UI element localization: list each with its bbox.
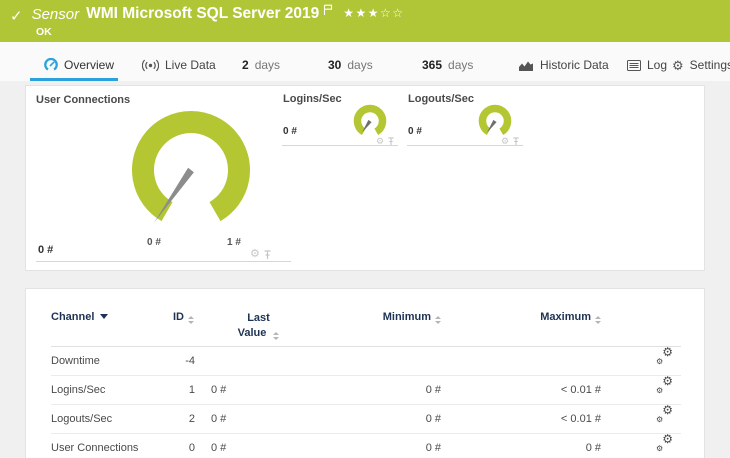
tab-settings[interactable]: ⚙ Settings [672,54,730,76]
channel-id: -4 [185,355,195,367]
channel-maximum: 0 # [585,442,601,454]
tab-30-days-number: 30 [328,58,342,72]
user-connections-value: 0 # [38,244,54,256]
logouts-value: 0 # [408,126,422,137]
tab-365-days-number: 365 [422,58,443,72]
channel-id: 0 [188,442,195,454]
channel-name[interactable]: Logins/Sec [51,376,156,405]
area-chart-icon [519,60,534,71]
channel-last-value: 0 # [211,413,227,425]
tab-30-days[interactable]: 30 days [328,54,373,76]
channel-settings-icon[interactable]: ⚙ ⚙ [656,404,673,424]
logins-value: 0 # [283,126,297,137]
gauge-actions: ⚙ [250,249,272,260]
status-ok-check-icon: ✓ [10,8,23,25]
channels-table-panel: Channel ID Last Value Minimum Maximum Do… [25,288,705,458]
tab-2-days-label: days [254,58,281,72]
sort-icon [273,331,280,340]
tab-bar: Overview Live Data 2 days 30 days 365 da… [0,42,730,81]
tab-live-data-label: Live Data [165,58,216,72]
channel-name[interactable]: User Connections [51,434,156,458]
log-list-icon [627,59,641,71]
table-row-downtime[interactable]: Downtime -4 ⚙ ⚙ [51,346,681,376]
table-row-user-connections[interactable]: User Connections 0 0 # 0 # 0 # ⚙ ⚙ [51,433,681,458]
channel-minimum: 0 # [425,413,441,425]
channel-settings-icon[interactable]: ⚙ ⚙ [656,346,673,366]
live-data-icon [142,59,159,72]
table-row-logouts[interactable]: Logouts/Sec 2 0 # 0 # < 0.01 # ⚙ ⚙ [51,404,681,434]
divider [407,145,523,146]
user-connections-gauge[interactable] [121,108,261,234]
tab-365-days[interactable]: 365 days [422,54,473,76]
tab-live-data[interactable]: Live Data [142,54,216,76]
table-row-logins[interactable]: Logins/Sec 1 0 # 0 # < 0.01 # ⚙ ⚙ [51,375,681,405]
channel-name[interactable]: Logouts/Sec [51,405,156,434]
table-header-row: Channel ID Last Value Minimum Maximum [51,289,681,347]
gauge-scale-max: 1 # [227,237,241,248]
active-tab-underline [30,78,118,81]
column-header-id[interactable]: ID [156,311,211,324]
channel-settings-icon[interactable]: ⚙ ⚙ [656,375,673,395]
channel-id: 2 [188,413,195,425]
sensor-title: WMI Microsoft SQL Server 2019 [86,5,320,22]
tab-overview-label: Overview [64,58,115,72]
channels-table: Channel ID Last Value Minimum Maximum Do… [26,289,706,458]
channel-maximum: < 0.01 # [560,384,601,396]
column-header-channel[interactable]: Channel [51,311,156,323]
channel-id: 1 [188,384,195,396]
gauge-title-logins: Logins/Sec [283,93,342,105]
sort-desc-icon [100,314,109,319]
tab-historic-data[interactable]: Historic Data [519,54,609,76]
priority-stars[interactable]: ★★★☆☆ [343,6,404,20]
tab-log[interactable]: Log [627,54,667,76]
gauges-panel: User Connections 0 # 1 # 0 # ⚙ Logins/Se… [25,85,705,271]
tab-365-days-label: days [448,58,474,72]
channel-name[interactable]: Downtime [51,347,156,376]
sensor-type-label: Sensor [31,6,80,23]
tab-overview[interactable]: Overview [44,54,114,76]
channel-last-value: 0 # [211,384,227,396]
gauge-scale-min: 0 # [147,237,161,248]
channel-minimum: 0 # [425,384,441,396]
tab-settings-label: Settings [689,58,730,72]
channel-minimum: 0 # [425,442,441,454]
sensor-header-bar: ✓ Sensor WMI Microsoft SQL Server 2019 ★… [0,0,730,42]
channel-settings-icon[interactable]: ⚙ ⚙ [656,433,673,453]
flag-icon[interactable] [323,4,334,16]
gauge-title-logouts: Logouts/Sec [408,93,475,105]
column-header-minimum[interactable]: Minimum [306,311,441,324]
tab-2-days[interactable]: 2 days [242,54,280,76]
tab-30-days-label: days [347,58,373,72]
gear-icon: ⚙ [672,57,684,73]
pin-icon[interactable] [263,249,272,260]
divider [36,261,291,262]
tab-historic-data-label: Historic Data [540,58,609,72]
column-header-maximum[interactable]: Maximum [441,311,601,324]
status-badge: OK [36,26,52,38]
column-header-last-value[interactable]: Last Value [211,311,306,341]
channel-last-value: 0 # [211,442,227,454]
sort-icon [595,316,601,324]
tab-2-days-number: 2 [242,58,249,72]
gauge-gear-icon[interactable]: ⚙ [250,249,260,260]
divider [282,145,398,146]
channel-maximum: < 0.01 # [560,413,601,425]
gauge-icon [44,58,58,72]
gauge-title-user-connections: User Connections [36,94,131,106]
sort-icon [188,316,194,324]
tab-log-label: Log [647,58,668,72]
